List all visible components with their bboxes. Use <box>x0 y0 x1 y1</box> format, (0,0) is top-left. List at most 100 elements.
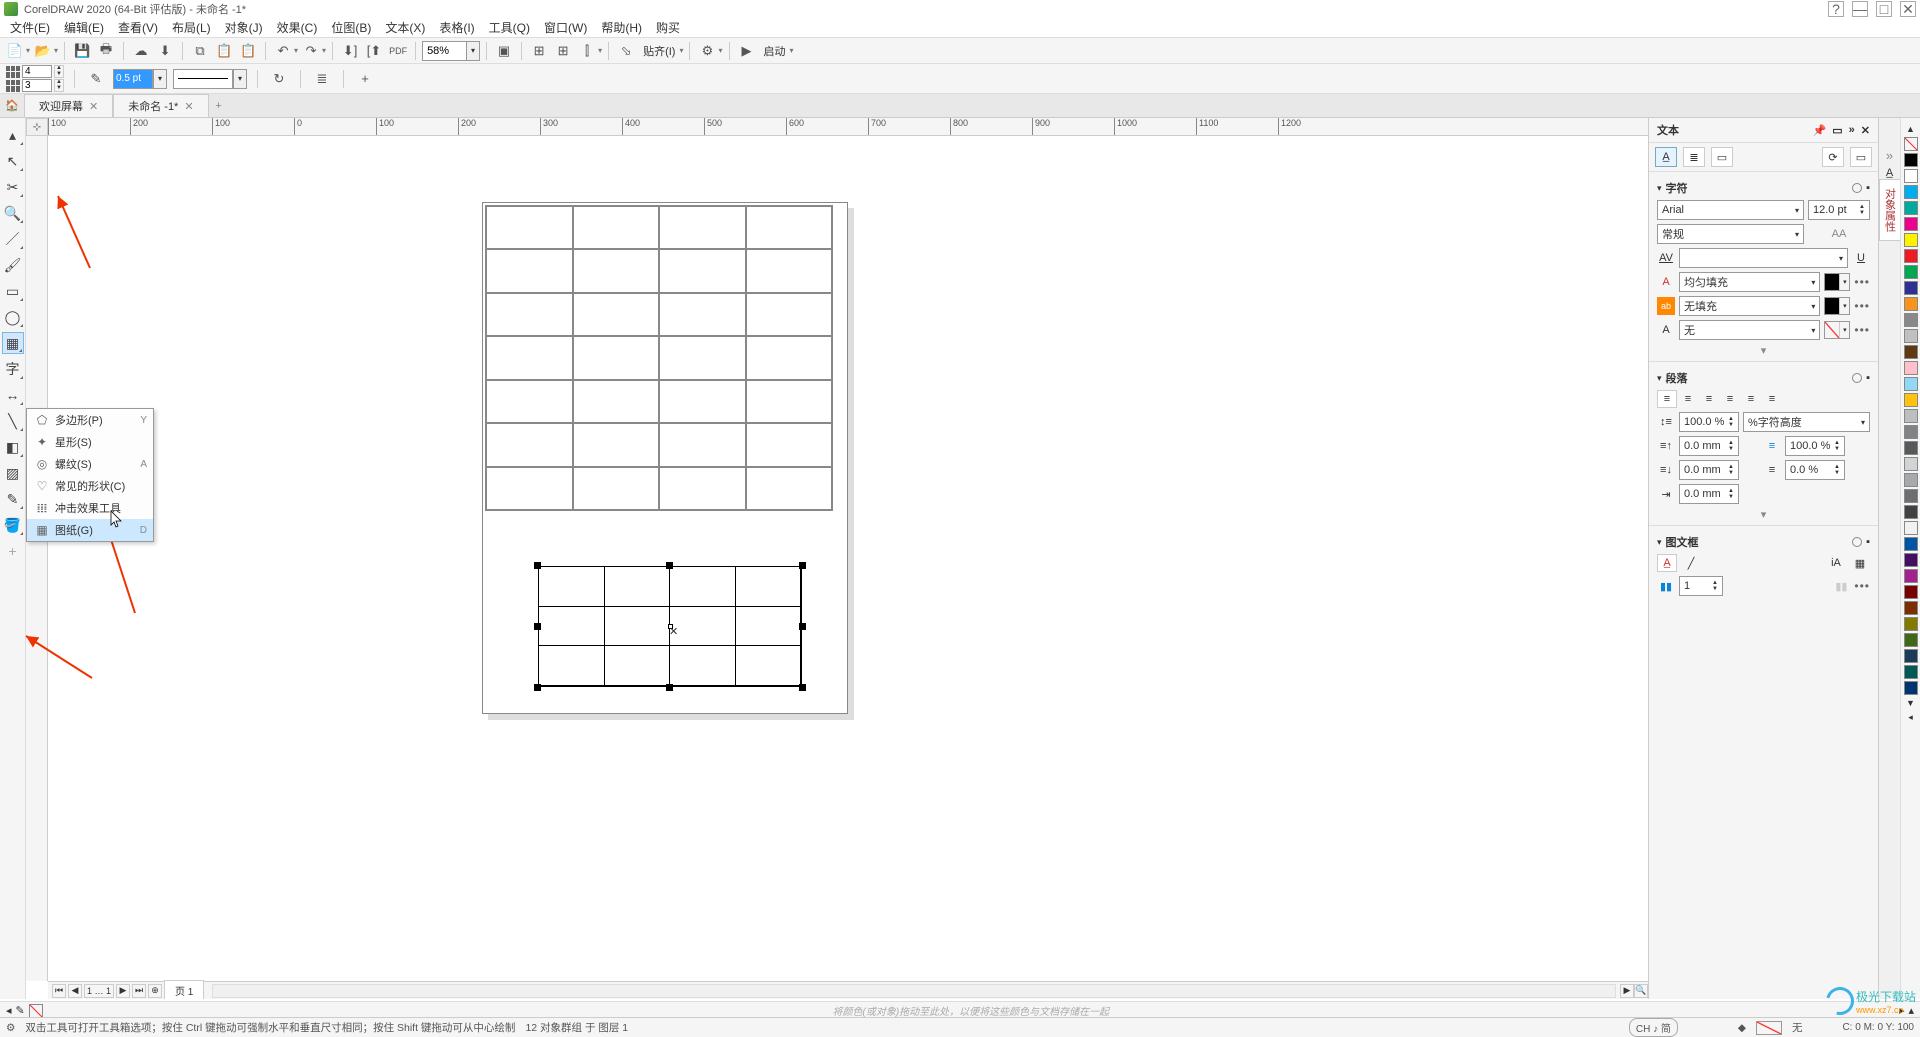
maximize-button[interactable]: □ <box>1876 1 1892 17</box>
fill-more-button[interactable]: ••• <box>1854 275 1870 289</box>
expand-char-icon[interactable]: ▾ <box>1657 344 1870 357</box>
reset-icon[interactable] <box>1852 373 1862 383</box>
print-icon[interactable]: 🖶 <box>95 40 117 62</box>
next-page-button[interactable]: ▶ <box>116 984 130 998</box>
color-swatch[interactable] <box>1904 489 1918 503</box>
eyedropper-icon[interactable]: ✎ <box>16 1004 25 1017</box>
table-object-1[interactable] <box>485 205 833 511</box>
grid-icon[interactable]: ⊞ <box>552 40 574 62</box>
line-spacing-units-combo[interactable]: %字符高度▾ <box>1743 412 1870 432</box>
font-combo[interactable]: Arial▾ <box>1657 200 1804 220</box>
fill-color-swatch[interactable]: ▾ <box>1824 273 1850 291</box>
launch-label[interactable]: 启动 <box>760 43 790 59</box>
new-file-icon[interactable]: 📄 <box>4 40 26 62</box>
color-swatch[interactable] <box>1904 505 1918 519</box>
color-swatch[interactable] <box>1904 457 1918 471</box>
rows-spinner[interactable]: ▲▼ <box>54 79 64 92</box>
bg-color-swatch[interactable]: ▾ <box>1824 297 1850 315</box>
outline-width-input[interactable] <box>113 69 153 89</box>
color-swatch[interactable] <box>1904 393 1918 407</box>
open-file-icon[interactable]: 📂 <box>32 40 54 62</box>
menu-file[interactable]: 文件(E) <box>4 17 56 38</box>
indent-input[interactable]: 0.0 mm▲▼ <box>1679 484 1739 504</box>
flyout-graph-paper[interactable]: ▦图纸(G)D <box>27 519 153 541</box>
close-tab-icon[interactable]: ✕ <box>89 100 98 113</box>
side-tab-properties[interactable]: 对象属性 <box>1879 179 1901 241</box>
add-tool-icon[interactable]: + <box>2 540 24 562</box>
color-swatch[interactable] <box>1904 441 1918 455</box>
docker-arrow-icon[interactable]: » <box>1849 124 1855 136</box>
lock-icon[interactable]: ⟳ <box>1822 147 1844 167</box>
color-swatch[interactable] <box>1904 313 1918 327</box>
launch-icon[interactable]: ▶ <box>736 40 758 62</box>
pick-tool-icon[interactable]: ▴ <box>2 124 24 146</box>
polygon-tool-icon[interactable]: ▦ <box>2 332 24 354</box>
flyout-spiral[interactable]: ◎螺纹(S)A <box>27 453 153 475</box>
color-swatch[interactable] <box>1904 377 1918 391</box>
zoom-combo[interactable]: ▾ <box>422 41 480 61</box>
bg-fill-combo[interactable]: 无填充▾ <box>1679 296 1820 316</box>
rows-input[interactable] <box>22 79 52 92</box>
transparency-icon[interactable]: ▨ <box>2 462 24 484</box>
kerning-input[interactable]: ▾ <box>1679 248 1848 268</box>
gear-icon[interactable]: ⚙ <box>6 1022 15 1034</box>
menu-view[interactable]: 查看(V) <box>112 17 164 38</box>
color-swatch[interactable] <box>1904 153 1918 167</box>
palette-up-icon[interactable]: ▲ <box>1906 122 1915 136</box>
drop-shadow-icon[interactable]: ◧ <box>2 436 24 458</box>
fill-tool-icon[interactable]: 🪣 <box>2 514 24 536</box>
palette-down-icon[interactable]: ▼ <box>1906 696 1915 710</box>
color-swatch[interactable] <box>1904 233 1918 247</box>
welcome-tab[interactable]: 欢迎屏幕✕ <box>24 94 113 117</box>
minimize-button[interactable]: — <box>1852 1 1868 17</box>
color-swatch[interactable] <box>1904 409 1918 423</box>
color-swatch[interactable] <box>1904 633 1918 647</box>
copy-icon[interactable]: ⧉ <box>189 40 211 62</box>
outline-type-combo[interactable]: 无▾ <box>1679 320 1820 340</box>
selection-handle[interactable] <box>666 562 673 569</box>
paragraph-icon[interactable]: ≣ <box>311 68 333 90</box>
underline-icon[interactable]: U <box>1852 249 1870 267</box>
ruler-origin-icon[interactable]: ⊹ <box>26 118 48 136</box>
color-swatch[interactable] <box>1904 329 1918 343</box>
reset-icon[interactable] <box>1852 183 1862 193</box>
ruler-icon[interactable]: ⊞ <box>528 40 550 62</box>
color-swatch[interactable] <box>1904 425 1918 439</box>
doc-palette-left-icon[interactable]: ◂ <box>6 1004 12 1017</box>
color-swatch[interactable] <box>1904 361 1918 375</box>
outline-width-combo[interactable]: ▾ <box>113 69 167 89</box>
color-swatch[interactable] <box>1904 473 1918 487</box>
align-right-icon[interactable]: ≡ <box>1720 390 1740 408</box>
align-full-icon[interactable]: ≡ <box>1762 390 1782 408</box>
align-left-icon[interactable]: ≡ <box>1678 390 1698 408</box>
view-icon[interactable]: ▭ <box>1850 147 1872 167</box>
flyout-star[interactable]: ✦星形(S) <box>27 431 153 453</box>
font-size-input[interactable]: 12.0 pt▲▼ <box>1808 200 1870 220</box>
fill-swatch-icon[interactable]: ◆ <box>1738 1022 1746 1034</box>
section-menu-icon[interactable]: ▪ <box>1866 372 1870 384</box>
close-button[interactable]: ✕ <box>1900 1 1916 17</box>
zoom-tool-icon[interactable]: 🔍 <box>2 202 24 224</box>
line-spacing-input[interactable]: 100.0 %▲▼ <box>1679 412 1739 432</box>
color-swatch[interactable] <box>1904 649 1918 663</box>
cloud-upload-icon[interactable]: ☁ <box>130 40 152 62</box>
menu-edit[interactable]: 编辑(E) <box>58 17 110 38</box>
color-swatch[interactable] <box>1904 265 1918 279</box>
paste-icon[interactable]: 📋 <box>213 40 235 62</box>
section-menu-icon[interactable]: ▪ <box>1866 182 1870 194</box>
last-page-button[interactable]: ⏭ <box>132 984 146 998</box>
color-swatch[interactable] <box>1904 521 1918 535</box>
font-style-combo[interactable]: 常规▾ <box>1657 224 1804 244</box>
scroll-right-button[interactable]: ▶ <box>1620 984 1634 998</box>
close-tab-icon[interactable]: ✕ <box>184 100 193 113</box>
outline-color-swatch[interactable]: ▾ <box>1824 321 1850 339</box>
rectangle-tool-icon[interactable]: ▭ <box>2 280 24 302</box>
add-page-button[interactable]: ⊕ <box>148 984 162 998</box>
flyout-polygon[interactable]: ⬠多边形(P)Y <box>27 409 153 431</box>
parallel-dim-icon[interactable]: ↔ <box>2 384 24 406</box>
horizontal-ruler[interactable]: 100 200 100 0 100 200 300 400 500 600 70… <box>48 118 1648 136</box>
doc-no-color-swatch[interactable] <box>29 1004 43 1018</box>
right-indent-input[interactable]: 100.0 %▲▼ <box>1785 436 1845 456</box>
canvas[interactable]: ⊹ 100 200 100 0 100 200 300 400 500 600 … <box>26 118 1648 999</box>
wrap-text-icon[interactable]: ↻ <box>268 68 290 90</box>
